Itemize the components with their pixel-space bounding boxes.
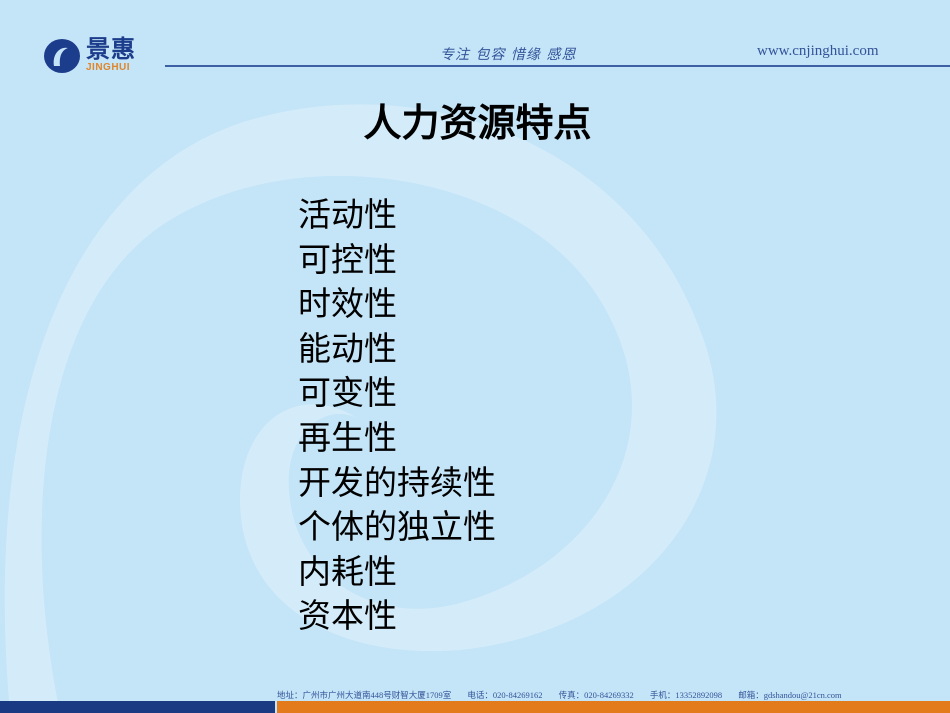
list-item: 能动性 (298, 328, 397, 368)
footer-fax: 传真：020-84269332 (558, 690, 634, 700)
list-item: 可变性 (298, 373, 397, 413)
characteristics-list: 活动性 可控性 时效性 能动性 可变性 再生性 开发的持续性 个体的独立性 内耗… (298, 193, 496, 639)
slide-title: 人力资源特点 (363, 101, 592, 145)
list-item: 开发的持续性 (298, 462, 496, 502)
header-divider (165, 65, 950, 67)
footer-email: 邮箱：gdshandou@21cn.com (738, 690, 842, 700)
website-url: www.cnjinghui.com (757, 43, 879, 59)
list-item: 内耗性 (298, 551, 397, 591)
list-item: 再生性 (298, 417, 397, 457)
logo-english-name: JINGHUI (86, 62, 131, 73)
company-logo: 景惠 JINGHUI (42, 36, 136, 76)
footer-mobile: 手机：13352892098 (649, 690, 723, 700)
list-item: 资本性 (298, 596, 397, 636)
footer-address: 地址：广州市广州大道南448号财智大厦1709室 (277, 690, 452, 700)
list-item: 个体的独立性 (298, 507, 496, 547)
logo-chinese-name: 景惠 (86, 35, 136, 63)
logo-mark-icon (44, 39, 80, 73)
list-item: 时效性 (298, 284, 397, 324)
company-slogan: 专注 包容 惜缘 感恩 (440, 47, 577, 63)
list-item: 可控性 (298, 239, 397, 279)
footer-bar-blue (0, 701, 275, 713)
footer-contact: 地址：广州市广州大道南448号财智大厦1709室 电话：020-84269162… (277, 689, 856, 701)
footer-phone: 电话：020-84269162 (467, 690, 543, 700)
footer-bar-orange (277, 701, 950, 713)
list-item: 活动性 (298, 195, 397, 234)
